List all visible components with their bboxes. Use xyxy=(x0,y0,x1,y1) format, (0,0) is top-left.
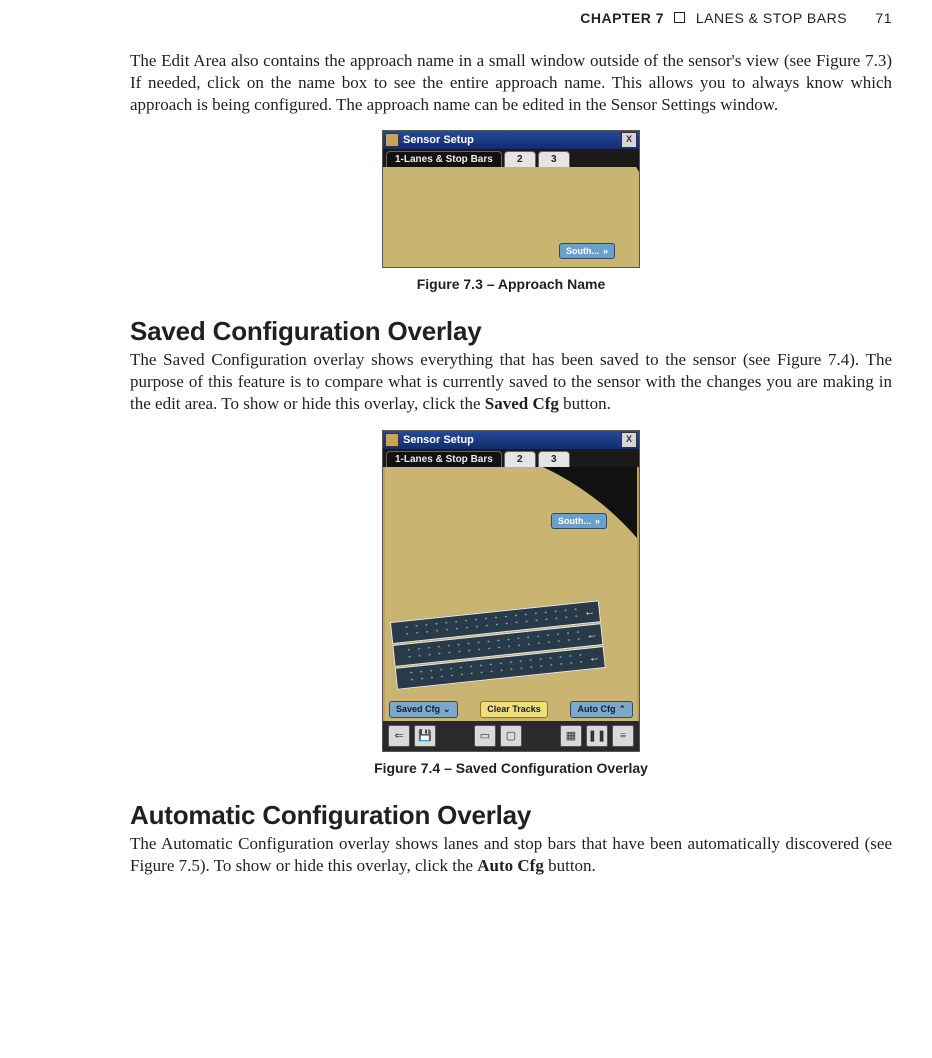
close-icon[interactable]: X xyxy=(621,132,637,148)
paragraph-auto-config: The Automatic Configuration overlay show… xyxy=(130,833,892,877)
paragraph-edit-area: The Edit Area also contains the approach… xyxy=(130,50,892,116)
close-icon[interactable]: X xyxy=(621,432,637,448)
auto-cfg-button[interactable]: Auto Cfg ⌃ xyxy=(570,701,633,718)
page-header: CHAPTER 7 LANES & STOP BARS 71 xyxy=(130,10,892,26)
approach-name-box[interactable]: South... » xyxy=(551,513,607,529)
approach-name-box[interactable]: South... » xyxy=(559,243,615,259)
arrow-left-icon: ← xyxy=(588,651,600,664)
bottom-toolbar: ⇐ 💾 ▭ ▢ ▦ ❚❚ ≡ xyxy=(383,721,639,751)
chevron-right-icon: » xyxy=(603,246,608,256)
auto-cfg-bold: Auto Cfg xyxy=(477,856,544,875)
window-title: Sensor Setup xyxy=(403,134,474,146)
tab-lanes-stopbars[interactable]: 1-Lanes & Stop Bars xyxy=(386,151,502,167)
figure-7-3-caption: Figure 7.3 – Approach Name xyxy=(130,276,892,292)
app-icon xyxy=(385,433,399,447)
paragraph-saved-config: The Saved Configuration overlay shows ev… xyxy=(130,349,892,415)
tab-2[interactable]: 2 xyxy=(504,451,536,467)
app-icon xyxy=(385,133,399,147)
arrow-left-icon: ← xyxy=(586,628,598,641)
sensor-view-area: South... » ← ← ← Saved Cfg ⌄ Clear Track… xyxy=(383,467,639,721)
heading-saved-config-overlay: Saved Configuration Overlay xyxy=(130,316,892,347)
heading-auto-config-overlay: Automatic Configuration Overlay xyxy=(130,800,892,831)
chapter-label: CHAPTER 7 xyxy=(580,10,664,26)
erase-button[interactable]: ▭ xyxy=(474,725,496,747)
window-title: Sensor Setup xyxy=(403,434,474,446)
window-titlebar: Sensor Setup X xyxy=(383,431,639,449)
clear-tracks-button[interactable]: Clear Tracks xyxy=(480,701,548,718)
arrow-left-icon: ← xyxy=(583,605,595,618)
sensor-view-area: South... » xyxy=(383,167,639,267)
tab-strip: 1-Lanes & Stop Bars 2 3 xyxy=(383,149,639,167)
figure-7-4: Sensor Setup X 1-Lanes & Stop Bars 2 3 S… xyxy=(382,430,640,752)
chevron-right-icon: » xyxy=(595,516,600,526)
pause-button[interactable]: ❚❚ xyxy=(586,725,608,747)
save-button[interactable]: 💾 xyxy=(414,725,436,747)
tab-lanes-stopbars[interactable]: 1-Lanes & Stop Bars xyxy=(386,451,502,467)
tab-strip: 1-Lanes & Stop Bars 2 3 xyxy=(383,449,639,467)
approach-name-label: South... xyxy=(566,246,599,256)
page-number: 71 xyxy=(875,10,892,26)
chevron-up-icon: ⌃ xyxy=(618,704,626,715)
back-button[interactable]: ⇐ xyxy=(388,725,410,747)
chevron-down-icon: ⌄ xyxy=(443,704,451,715)
approach-name-label: South... xyxy=(558,516,591,526)
figure-7-4-caption: Figure 7.4 – Saved Configuration Overlay xyxy=(130,760,892,776)
tab-3[interactable]: 3 xyxy=(538,451,570,467)
note-button[interactable]: ▢ xyxy=(500,725,522,747)
saved-cfg-button[interactable]: Saved Cfg ⌄ xyxy=(389,701,458,718)
window-titlebar: Sensor Setup X xyxy=(383,131,639,149)
square-divider-icon xyxy=(674,12,685,23)
tab-3[interactable]: 3 xyxy=(538,151,570,167)
tab-2[interactable]: 2 xyxy=(504,151,536,167)
overlay-button-row: Saved Cfg ⌄ Clear Tracks Auto Cfg ⌃ xyxy=(385,698,637,721)
figure-7-3: Sensor Setup X 1-Lanes & Stop Bars 2 3 S… xyxy=(382,130,640,268)
palette-button[interactable]: ▦ xyxy=(560,725,582,747)
saved-cfg-bold: Saved Cfg xyxy=(485,394,559,413)
menu-button[interactable]: ≡ xyxy=(612,725,634,747)
chapter-title: LANES & STOP BARS xyxy=(696,10,847,26)
